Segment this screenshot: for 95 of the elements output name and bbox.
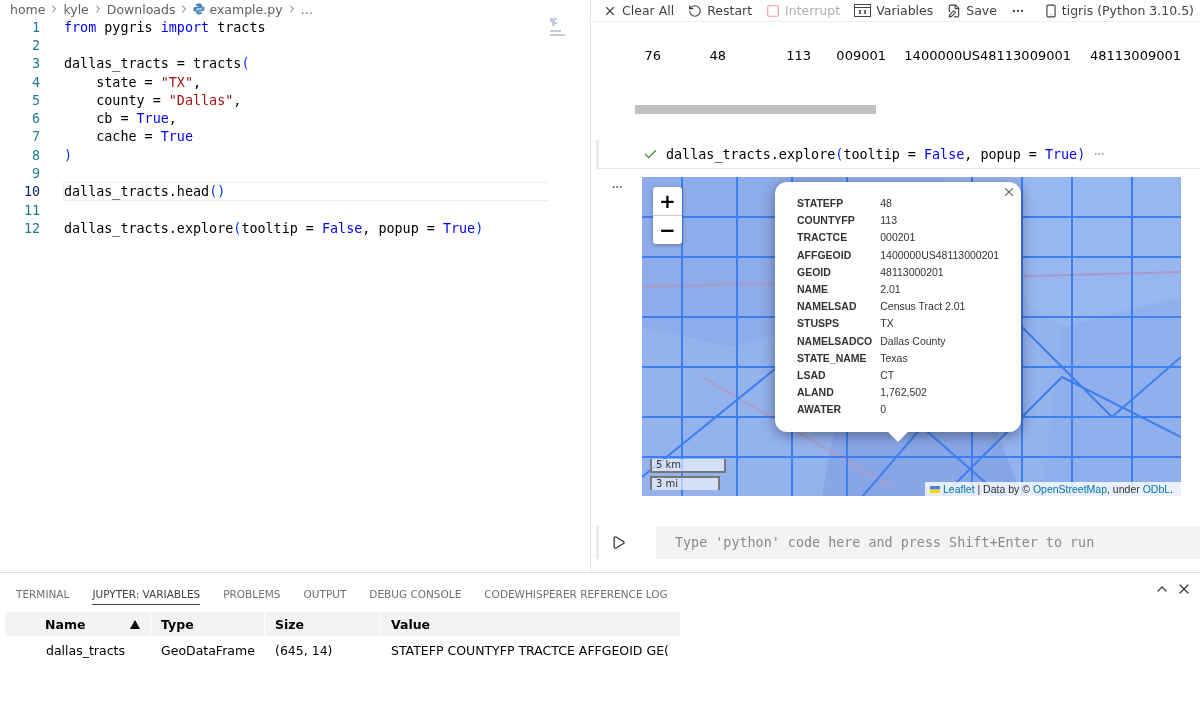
python-icon <box>193 3 206 15</box>
field-value: Dallas County <box>880 333 947 349</box>
field-name: NAMELSAD <box>797 299 858 315</box>
field-value: Texas <box>880 350 909 366</box>
panel-tab[interactable]: DEBUG CONSOLE <box>369 581 462 605</box>
panel-tab[interactable]: OUTPUT <box>303 581 347 605</box>
kernel-icon <box>1043 3 1058 18</box>
code-input-field[interactable]: Type 'python' code here and press Shift+Enter to run <box>656 526 1200 559</box>
table-cell-text: STATEFP COUNTYFP TRACTCE AFFGEOID GE( <box>390 641 670 660</box>
code-line: dallas_tracts.explore(tooltip = False, popup = True) <box>63 219 485 238</box>
toolbar-button[interactable]: Variables <box>854 3 934 18</box>
field-value: 1,762,502 <box>880 385 928 401</box>
panel-tab[interactable]: TERMINAL <box>16 581 70 605</box>
line-number: 11 <box>22 202 41 218</box>
code-line: ) <box>63 146 74 165</box>
scrollbar-thumb[interactable] <box>635 105 876 114</box>
panel-tab[interactable]: PROBLEMS <box>223 581 281 605</box>
table-cell-text: GeoDataFrame <box>160 641 256 660</box>
breadcrumb-item[interactable]: kyle <box>63 1 89 17</box>
scale-bar: 3 mi <box>650 476 720 490</box>
toolbar-button[interactable]: Clear All <box>603 3 675 18</box>
save-icon <box>947 3 962 18</box>
column-header[interactable]: Size <box>264 612 380 636</box>
toolbar-button[interactable]: Restart <box>688 3 753 18</box>
line-number: 10 <box>22 184 41 200</box>
line-number: 7 <box>30 129 41 145</box>
run-icon[interactable] <box>611 535 626 550</box>
line-number: 9 <box>30 166 41 181</box>
field-value: 48113000201 <box>880 264 945 280</box>
code-line: cache = True <box>95 128 194 147</box>
restart-icon <box>688 3 703 18</box>
variables-icon <box>854 4 872 17</box>
line-number: 6 <box>30 111 41 127</box>
breadcrumb-item[interactable]: example.py <box>209 1 283 17</box>
field-value: 2.01 <box>880 281 902 297</box>
kernel-picker[interactable]: tigris (Python 3.10.5) <box>1043 3 1194 18</box>
field-value: Census Tract 2.01 <box>880 299 967 315</box>
table-cell-text: (645, 14) <box>274 641 334 660</box>
map-attribution: Leaflet | Data by © OpenStreetMap, under ODbL. <box>925 482 1181 496</box>
breadcrumb-item[interactable]: Downloads <box>106 1 176 17</box>
field-name: TRACTCE <box>797 230 849 246</box>
code-line: state = "TX", <box>95 73 203 92</box>
stop-icon <box>766 3 781 18</box>
field-value: 0 <box>880 402 888 418</box>
zoom-out-button[interactable]: − <box>653 216 682 244</box>
field-value: 48 <box>880 196 893 211</box>
scale-bar: 5 km <box>650 459 726 473</box>
code-line: dallas_tracts.head() <box>63 182 548 202</box>
code-line: dallas_tracts = tracts( <box>63 55 251 74</box>
table-cell-text: dallas_tracts <box>45 641 126 660</box>
field-value: 000201 <box>880 230 917 246</box>
attribution-link[interactable]: Leaflet <box>943 483 975 495</box>
field-value: TX <box>880 316 895 332</box>
table-cell-text: 76 <box>643 48 661 63</box>
table-cell-text: 48 <box>708 48 726 63</box>
code-line: from pygris import tracts <box>63 18 267 37</box>
field-name: STUSPS <box>797 316 840 332</box>
table-cell-text: 009001 <box>835 48 886 63</box>
field-value: 113 <box>880 213 898 229</box>
line-number: 2 <box>30 37 41 53</box>
column-header[interactable]: Value <box>380 612 680 636</box>
line-number: 5 <box>30 92 41 108</box>
field-name: LSAD <box>797 367 827 383</box>
line-number: 12 <box>22 220 41 236</box>
field-name: NAMELSADCO <box>797 333 873 349</box>
code-line: cb = True, <box>95 110 178 129</box>
column-header[interactable]: Name <box>35 612 150 636</box>
field-name: STATEFP <box>797 196 845 211</box>
breadcrumb-item[interactable]: … <box>300 1 314 17</box>
breadcrumb-item[interactable]: home <box>10 1 46 17</box>
column-header[interactable]: Type <box>150 612 264 636</box>
cell-code[interactable]: dallas_tracts.explore(tooltip = False, popup = True) <box>666 146 1086 162</box>
line-number: 4 <box>30 74 41 90</box>
code-line: county = "Dallas", <box>95 91 243 110</box>
field-name: NAME <box>797 281 829 297</box>
line-number: 3 <box>30 56 41 72</box>
zoom-in-button[interactable]: + <box>653 187 682 216</box>
line-number: 8 <box>30 147 41 163</box>
field-name: ALAND <box>797 385 835 401</box>
toolbar-button[interactable]: Save <box>947 3 997 18</box>
field-name: COUNTYFP <box>797 213 856 229</box>
field-name: STATE_NAME <box>797 350 868 366</box>
panel-tab[interactable]: JUPYTER: VARIABLES <box>92 581 201 605</box>
field-value: 1400000US48113000201 <box>880 247 1001 263</box>
close-button[interactable] <box>1002 185 1016 199</box>
flag-icon <box>930 485 941 493</box>
field-name: GEOID <box>797 264 832 280</box>
table-cell-text: 1400000US48113009001 <box>903 48 1071 63</box>
line-number: 1 <box>30 19 41 35</box>
panel-tab[interactable]: CODEWHISPERER REFERENCE LOG <box>484 581 668 605</box>
field-name: AWATER <box>797 402 843 418</box>
field-value: CT <box>880 367 896 383</box>
field-name: AFFGEOID <box>797 247 853 263</box>
table-cell-text: 48113009001 <box>1089 48 1181 63</box>
table-cell-text: 113 <box>785 48 811 63</box>
